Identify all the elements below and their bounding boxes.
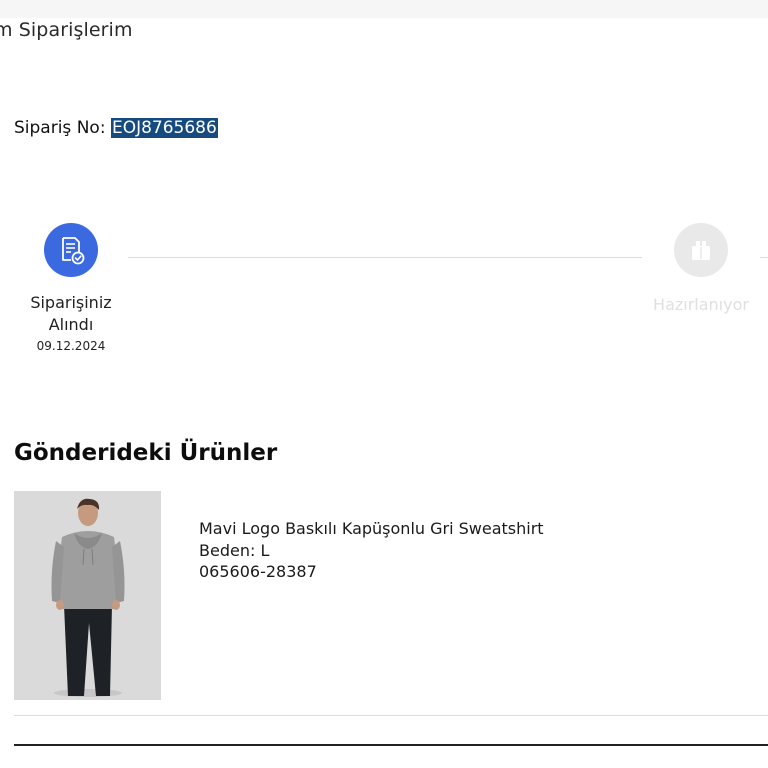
order-number-value[interactable]: EOJ8765686: [110, 118, 218, 138]
order-number-row: Sipariş No: EOJ8765686: [14, 118, 218, 138]
step-label-line1: Siparişiniz: [30, 293, 112, 312]
product-image[interactable]: [14, 491, 161, 700]
step-date-order-received: 09.12.2024: [36, 339, 106, 353]
step-label-order-received: Siparişiniz Alındı: [8, 292, 134, 336]
product-size: Beden: L: [199, 540, 270, 560]
step-label-line2: Alındı: [48, 315, 94, 334]
order-received-icon: [44, 223, 98, 277]
products-section-title: Gönderideki Ürünler: [14, 440, 278, 466]
top-bar: [0, 0, 768, 18]
product-code: 065606-28387: [199, 562, 317, 581]
product-info: Mavi Logo Baskılı Kapüşonlu Gri Sweatshi…: [199, 518, 544, 583]
product-name[interactable]: Mavi Logo Baskılı Kapüşonlu Gri Sweatshi…: [199, 518, 544, 540]
tracker-progress-line: [128, 257, 642, 258]
step-label-preparing: Hazırlanıyor: [653, 295, 749, 314]
divider-strong: [14, 744, 768, 746]
tracker-progress-line-next: [760, 257, 768, 258]
preparing-package-icon: [674, 223, 728, 277]
divider: [14, 715, 768, 716]
order-number-label: Sipariş No:: [14, 118, 106, 138]
breadcrumb-my-orders[interactable]: m Siparişlerim: [0, 19, 133, 41]
